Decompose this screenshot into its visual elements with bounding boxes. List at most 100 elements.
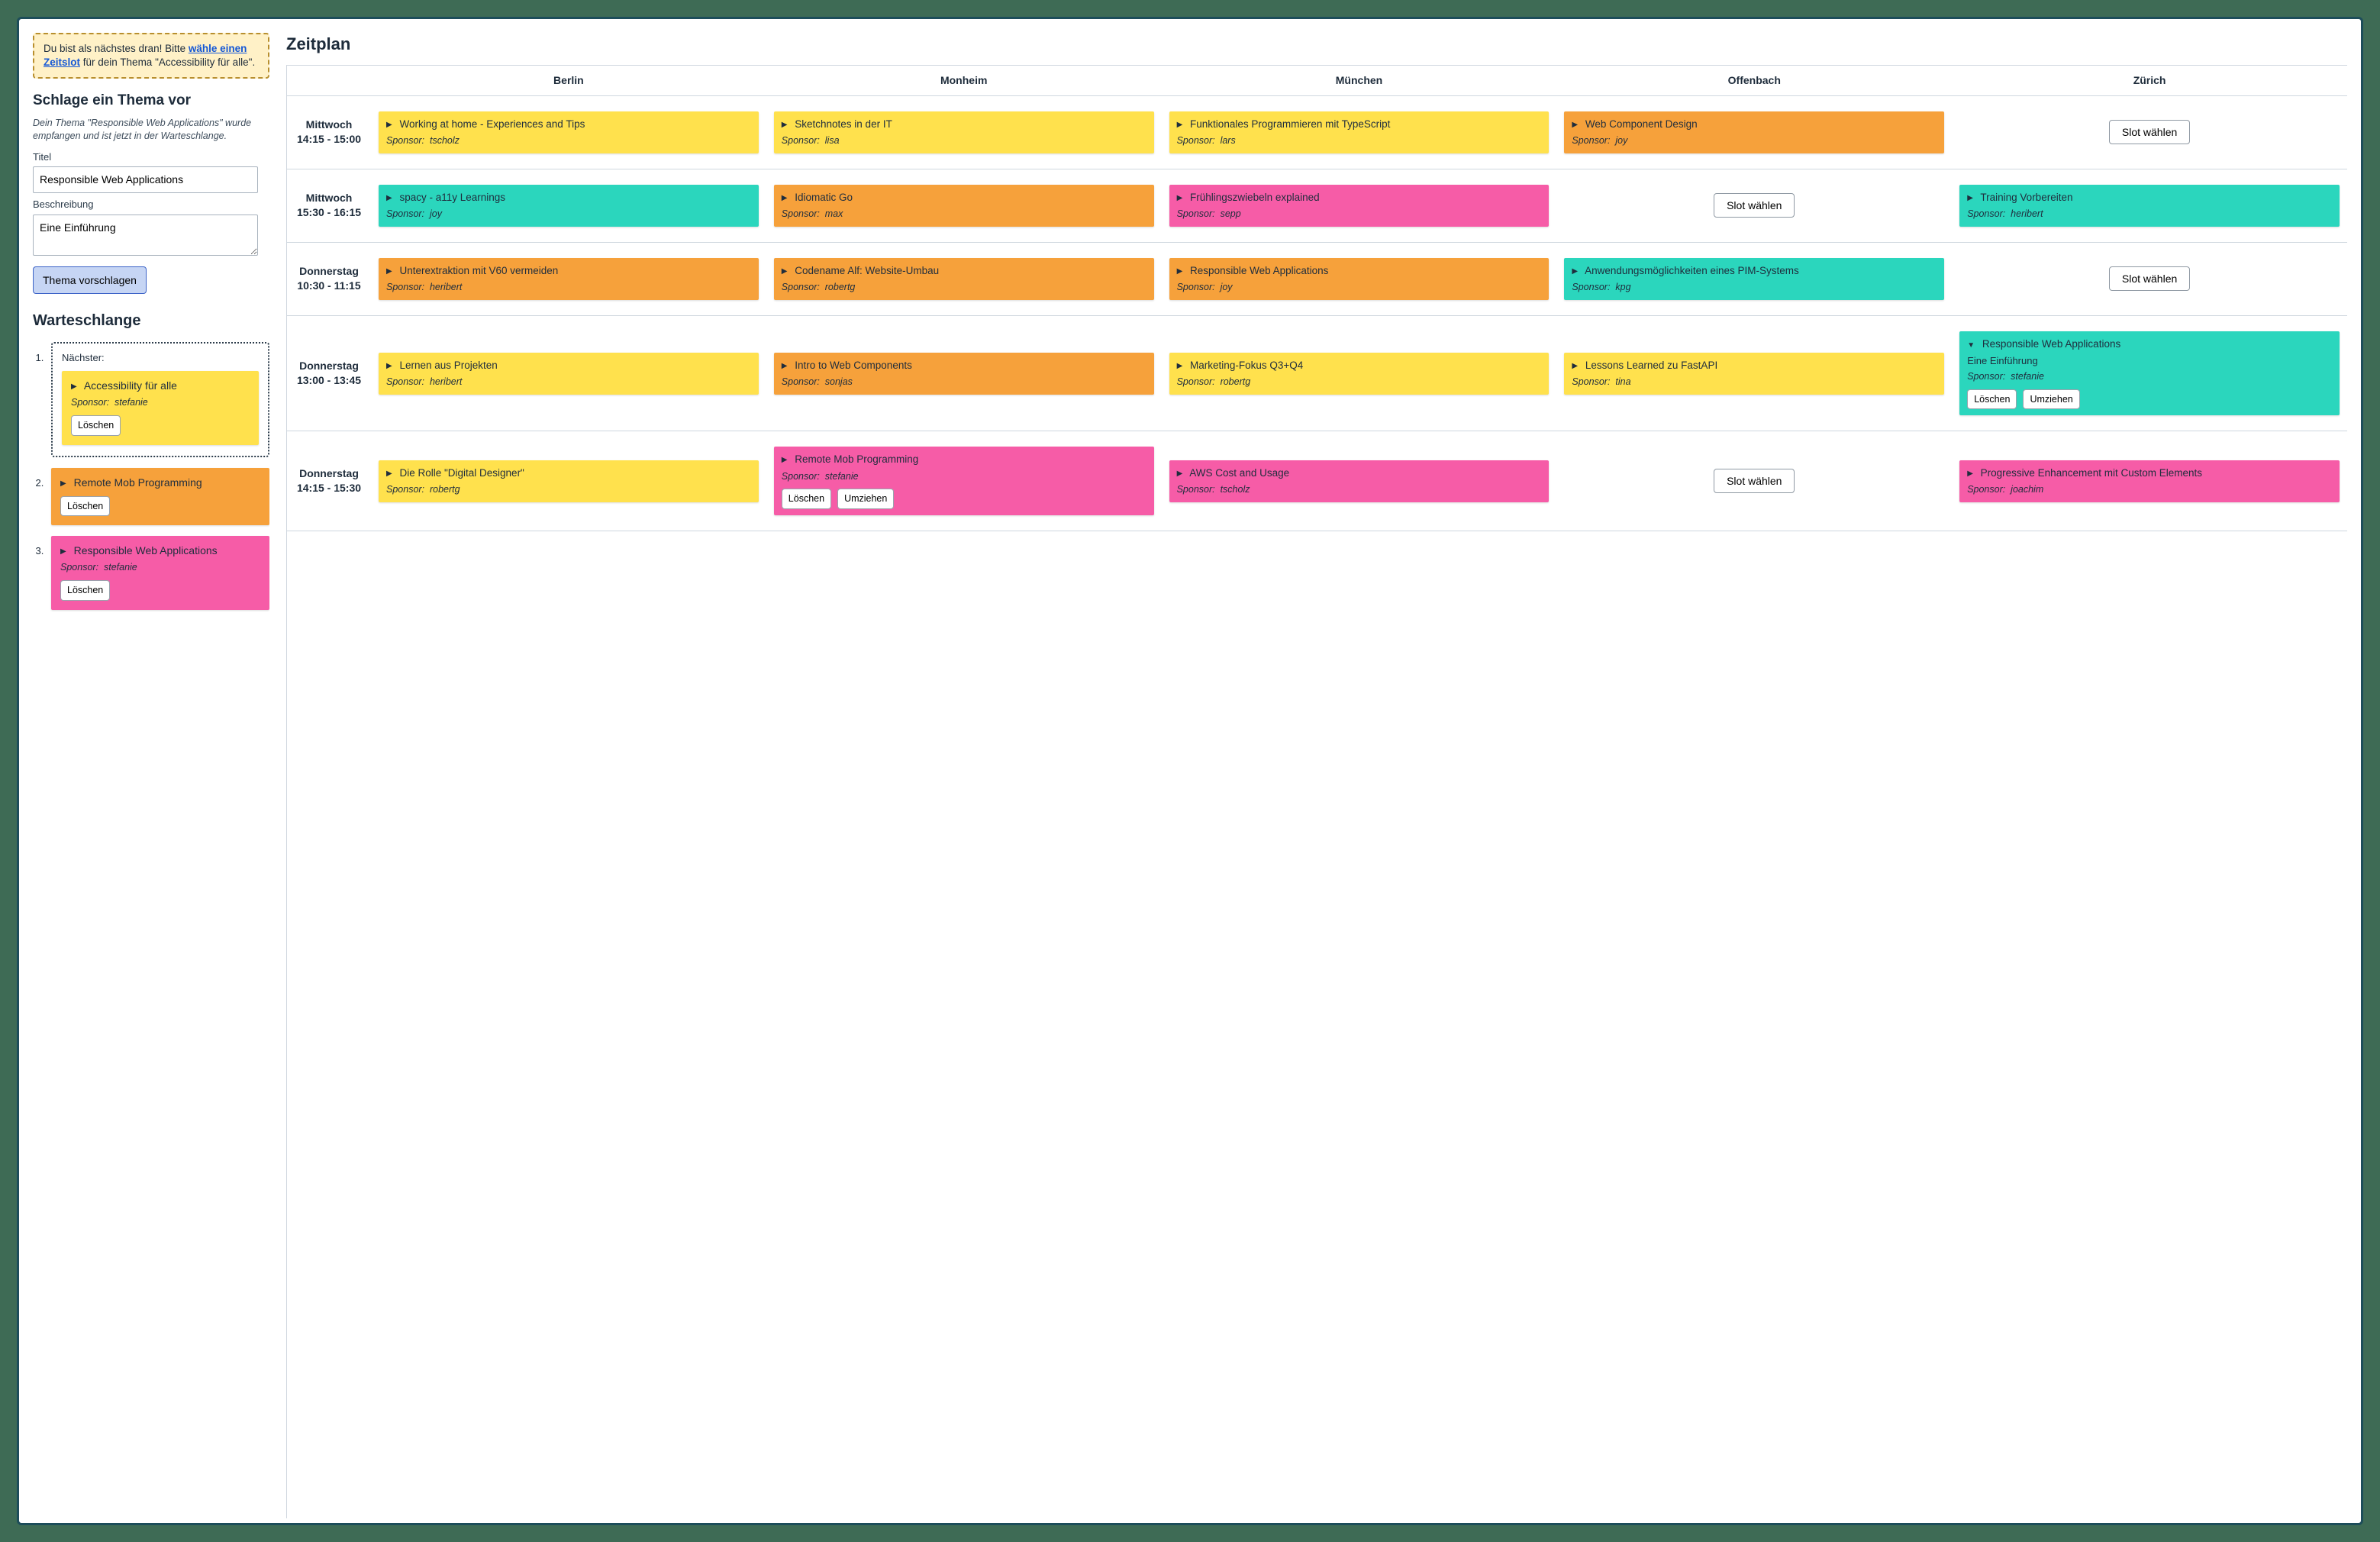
schedule-card[interactable]: ▶ Remote Mob ProgrammingSponsor: stefani… <box>774 447 1154 515</box>
topic-title: ▶ Funktionales Programmieren mit TypeScr… <box>1177 118 1542 131</box>
sponsor-line: Sponsor: joachim <box>1967 483 2332 496</box>
propose-button[interactable]: Thema vorschlagen <box>33 266 147 295</box>
schedule-card[interactable]: ▶ Anwendungsmöglichkeiten eines PIM-Syst… <box>1564 258 1944 300</box>
choose-slot-button[interactable]: Slot wählen <box>1714 469 1795 493</box>
topic-title: ▶ Web Component Design <box>1572 118 1937 131</box>
disclosure-triangle-icon: ▶ <box>782 267 788 276</box>
disclosure-triangle-icon: ▶ <box>1177 121 1183 129</box>
sponsor-line: Sponsor: joy <box>1572 134 1937 147</box>
sponsor-line: Sponsor: lars <box>1177 134 1542 147</box>
disclosure-triangle-icon: ▶ <box>386 469 392 478</box>
topic-title: ▶ Working at home - Experiences and Tips <box>386 118 751 131</box>
sponsor-line: Sponsor: sonjas <box>782 376 1146 389</box>
schedule-card[interactable]: ▶ Unterextraktion mit V60 vermeidenSpons… <box>379 258 759 300</box>
disclosure-triangle-icon: ▶ <box>782 194 788 202</box>
propose-heading: Schlage ein Thema vor <box>33 91 269 111</box>
topic-title: ▶ Remote Mob Programming <box>60 476 260 490</box>
room-header: München <box>1162 66 1557 95</box>
sponsor-line: Sponsor: robertg <box>386 483 751 496</box>
notice-prefix: Du bist als nächstes dran! Bitte <box>44 43 189 54</box>
time-row: Mittwoch 14:15 - 15:00▶ Working at home … <box>287 96 2347 169</box>
queue-heading: Warteschlange <box>33 311 269 331</box>
schedule-card[interactable]: ▶ Intro to Web ComponentsSponsor: sonjas <box>774 353 1154 395</box>
delete-button[interactable]: Löschen <box>71 415 121 436</box>
app-frame: Du bist als nächstes dran! Bitte wähle e… <box>17 17 2363 1525</box>
queue-card[interactable]: ▶ Responsible Web ApplicationsSponsor: s… <box>51 536 269 610</box>
card-actions: Löschen <box>60 496 260 517</box>
schedule-card[interactable]: ▶ Marketing-Fokus Q3+Q4Sponsor: robertg <box>1169 353 1550 395</box>
topic-title: ▶ Lernen aus Projekten <box>386 359 751 373</box>
sponsor-line: Sponsor: joy <box>386 208 751 221</box>
time-label: Mittwoch 15:30 - 16:15 <box>287 169 371 242</box>
slot-cell: Slot wählen <box>1952 243 2347 315</box>
schedule-card[interactable]: ▶ AWS Cost and UsageSponsor: tscholz <box>1169 460 1550 502</box>
time-row: Donnerstag 10:30 - 11:15▶ Unterextraktio… <box>287 243 2347 316</box>
queue-card[interactable]: ▶ Accessibility für alle Sponsor: stefani… <box>62 371 259 445</box>
turn-notice: Du bist als nächstes dran! Bitte wähle e… <box>33 33 269 79</box>
slot-cell: ▶ AWS Cost and UsageSponsor: tscholz <box>1162 431 1557 531</box>
schedule-heading: Zeitplan <box>286 33 2347 56</box>
topic-title: ▶ Unterextraktion mit V60 vermeiden <box>386 264 751 278</box>
sponsor-line: Sponsor: sepp <box>1177 208 1542 221</box>
schedule-card[interactable]: ▶ Web Component Design Sponsor: joy <box>1564 111 1944 153</box>
slot-cell: ▶ Sketchnotes in der ITSponsor: lisa <box>766 96 1162 169</box>
choose-slot-button[interactable]: Slot wählen <box>1714 193 1795 218</box>
schedule-card[interactable]: ▶ Lernen aus ProjektenSponsor: heribert <box>379 353 759 395</box>
title-input[interactable] <box>33 166 258 193</box>
topic-title: ▶ Marketing-Fokus Q3+Q4 <box>1177 359 1542 373</box>
topic-title: ▶ Anwendungsmöglichkeiten eines PIM-Syst… <box>1572 264 1937 278</box>
time-row: Mittwoch 15:30 - 16:15▶ spacy - a11y Lea… <box>287 169 2347 243</box>
disclosure-triangle-icon: ▶ <box>1572 362 1578 370</box>
choose-slot-button[interactable]: Slot wählen <box>2109 120 2190 144</box>
schedule-card[interactable]: ▶ Funktionales Programmieren mit TypeScr… <box>1169 111 1550 153</box>
slot-cell: ▶ Training VorbereitenSponsor: heribert <box>1952 169 2347 242</box>
sponsor-line: Sponsor: stefanie <box>71 396 250 409</box>
move-button[interactable]: Umziehen <box>2023 389 2079 410</box>
topic-title: ▶ Accessibility für alle <box>71 379 250 393</box>
disclosure-triangle-icon: ▶ <box>1572 267 1578 276</box>
delete-button[interactable]: Löschen <box>1967 389 2017 410</box>
slot-cell: ▶ Marketing-Fokus Q3+Q4Sponsor: robertg <box>1162 316 1557 431</box>
sponsor-line: Sponsor: kpg <box>1572 281 1937 294</box>
topic-title: ▶ Sketchnotes in der IT <box>782 118 1146 131</box>
slot-cell: ▶ Lessons Learned zu FastAPISponsor: tin… <box>1556 316 1952 431</box>
sponsor-line: Sponsor: max <box>782 208 1146 221</box>
disclosure-triangle-icon: ▶ <box>1177 194 1183 202</box>
slot-cell: ▶ Funktionales Programmieren mit TypeScr… <box>1162 96 1557 169</box>
queue-next-label: Nächster: <box>62 351 259 365</box>
time-label: Donnerstag 10:30 - 11:15 <box>287 243 371 315</box>
schedule-card[interactable]: ▶ Frühlingszwiebeln explainedSponsor: se… <box>1169 185 1550 227</box>
queue-card[interactable]: ▶ Remote Mob Programming Löschen <box>51 468 269 526</box>
card-actions: Löschen Umziehen <box>1967 389 2332 410</box>
sponsor-line: Sponsor: robertg <box>782 281 1146 294</box>
topic-title: ▶ Responsible Web Applications <box>1177 264 1542 278</box>
topic-title: ▶ Progressive Enhancement mit Custom Ele… <box>1967 466 2332 480</box>
outer-frame: Du bist als nächstes dran! Bitte wähle e… <box>0 0 2380 1542</box>
queue-item: ▶ Remote Mob Programming Löschen <box>47 468 269 526</box>
schedule-card[interactable]: ▶ Responsible Web ApplicationsSponsor: j… <box>1169 258 1550 300</box>
schedule-card[interactable]: ▶ Die Rolle "Digital Designer" Sponsor: r… <box>379 460 759 502</box>
delete-button[interactable]: Löschen <box>60 496 110 517</box>
schedule-card[interactable]: ▶ spacy - a11y LearningsSponsor: joy <box>379 185 759 227</box>
delete-button[interactable]: Löschen <box>60 580 110 601</box>
schedule-card[interactable]: ▶ Idiomatic GoSponsor: max <box>774 185 1154 227</box>
description-input[interactable]: Eine Einführung <box>33 215 258 256</box>
topic-title: ▶ Die Rolle "Digital Designer" <box>386 466 751 480</box>
topic-title: ▶ AWS Cost and Usage <box>1177 466 1542 480</box>
card-actions: Löschen <box>71 415 250 436</box>
schedule-card[interactable]: ▼ Responsible Web ApplicationsEine Einfü… <box>1959 331 2340 416</box>
delete-button[interactable]: Löschen <box>782 489 831 509</box>
schedule-card[interactable]: ▶ Working at home - Experiences and Tips… <box>379 111 759 153</box>
sponsor-line: Sponsor: stefanie <box>60 561 260 574</box>
schedule-card[interactable]: ▶ Codename Alf: Website-UmbauSponsor: ro… <box>774 258 1154 300</box>
topic-description: Eine Einführung <box>1967 354 2332 368</box>
schedule-card[interactable]: ▶ Lessons Learned zu FastAPISponsor: tin… <box>1564 353 1944 395</box>
disclosure-triangle-icon: ▶ <box>782 362 788 370</box>
schedule-card[interactable]: ▶ Sketchnotes in der ITSponsor: lisa <box>774 111 1154 153</box>
choose-slot-button[interactable]: Slot wählen <box>2109 266 2190 291</box>
main-panel: Zeitplan Berlin Monheim München Offenbac… <box>286 33 2347 1518</box>
schedule-card[interactable]: ▶ Progressive Enhancement mit Custom Ele… <box>1959 460 2340 502</box>
schedule-card[interactable]: ▶ Training VorbereitenSponsor: heribert <box>1959 185 2340 227</box>
disclosure-triangle-icon: ▶ <box>782 456 788 464</box>
move-button[interactable]: Umziehen <box>837 489 894 509</box>
